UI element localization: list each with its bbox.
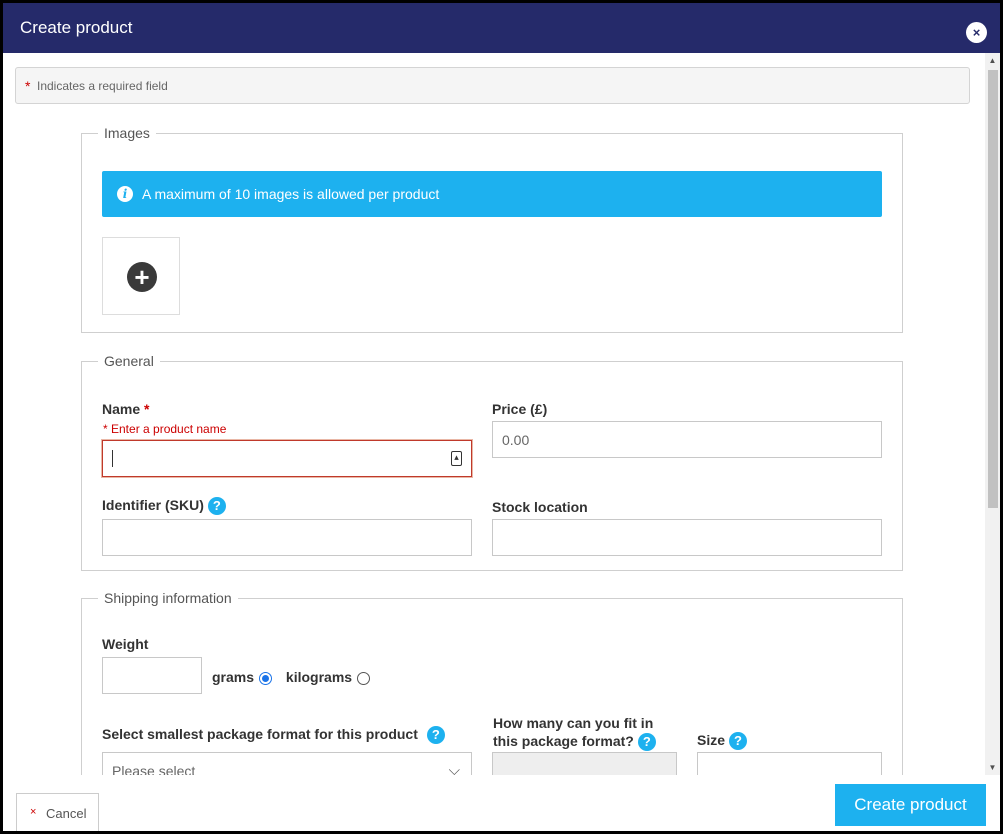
required-star-icon: * <box>25 78 31 94</box>
package-format-select[interactable]: Please select ⌵ <box>102 752 472 775</box>
dialog-title: Create product <box>20 18 133 37</box>
fit-label-line2: this package format? <box>493 733 634 749</box>
add-image-button[interactable]: + <box>102 237 180 315</box>
required-field-note: * Indicates a required field <box>15 67 970 104</box>
plus-circle-icon: + <box>127 262 157 292</box>
package-format-placeholder: Please select <box>112 763 196 775</box>
sku-label: Identifier (SKU)? <box>102 497 226 516</box>
general-section: General Name * * Enter a product name ▴ … <box>81 353 903 571</box>
stock-location-input[interactable] <box>492 519 882 556</box>
scroll-up-icon[interactable]: ▲ <box>985 53 1000 68</box>
package-format-text: Select smallest package format for this … <box>102 726 418 742</box>
sku-help-icon[interactable]: ? <box>207 497 226 516</box>
images-info-alert: i A maximum of 10 images is allowed per … <box>102 171 882 217</box>
stock-location-label: Stock location <box>492 499 588 515</box>
price-placeholder: 0.00 <box>502 432 530 448</box>
scrollbar-thumb[interactable] <box>988 70 998 508</box>
kilograms-radio[interactable] <box>357 671 371 685</box>
create-product-dialog: Create product × * Indicates a required … <box>3 3 1000 831</box>
package-format-label: Select smallest package format for this … <box>102 726 445 745</box>
size-help-icon[interactable]: ? <box>729 732 748 751</box>
images-legend: Images <box>104 125 150 141</box>
sku-input[interactable] <box>102 519 472 556</box>
shipping-section: Shipping information Weight grams kilogr… <box>81 590 903 775</box>
dialog-footer: × Cancel Create product <box>3 775 1000 831</box>
weight-input[interactable] <box>102 657 202 694</box>
close-icon[interactable]: × <box>966 22 987 43</box>
grams-label: grams <box>212 669 255 685</box>
text-caret <box>112 450 113 467</box>
images-section: Images i A maximum of 10 images is allow… <box>81 125 903 333</box>
grams-radio[interactable] <box>259 671 273 685</box>
shipping-legend: Shipping information <box>104 590 232 606</box>
size-label: Size? <box>697 732 748 751</box>
scroll-down-icon[interactable]: ▼ <box>985 760 1000 775</box>
price-label: Price (£) <box>492 401 548 417</box>
cancel-button[interactable]: × Cancel <box>16 793 99 831</box>
name-required-star: * <box>144 401 150 417</box>
fit-quantity-label: How many can you fit in this package for… <box>493 714 656 752</box>
product-name-input[interactable]: ▴ <box>102 440 472 477</box>
chevron-down-icon: ⌵ <box>448 762 460 775</box>
weight-label: Weight <box>102 636 149 652</box>
images-info-text: A maximum of 10 images is allowed per pr… <box>142 186 440 202</box>
name-label-text: Name <box>102 401 141 417</box>
name-error-message: * Enter a product name <box>103 422 227 436</box>
cancel-label: Cancel <box>46 806 87 821</box>
sku-label-text: Identifier (SKU) <box>102 497 204 513</box>
package-help-icon[interactable]: ? <box>426 726 445 745</box>
name-label: Name * <box>102 401 149 417</box>
fit-quantity-input <box>492 752 677 775</box>
info-icon: i <box>117 186 133 202</box>
fit-label-line1: How many can you fit in <box>493 715 654 731</box>
cancel-x-icon: × <box>30 806 37 818</box>
weight-unit-group: grams kilograms <box>212 669 371 685</box>
create-product-button[interactable]: Create product <box>835 784 986 826</box>
size-input[interactable] <box>697 752 882 775</box>
vertical-scrollbar[interactable]: ▲ ▼ <box>985 53 1000 775</box>
required-note-text: Indicates a required field <box>37 79 168 93</box>
dialog-body[interactable]: * Indicates a required field Images i A … <box>3 53 1000 775</box>
kilograms-label: kilograms <box>285 669 353 685</box>
general-legend: General <box>104 353 154 369</box>
size-label-text: Size <box>697 732 726 748</box>
price-input[interactable]: 0.00 <box>492 421 882 458</box>
autofill-icon[interactable]: ▴ <box>451 451 462 466</box>
fit-help-icon[interactable]: ? <box>637 733 656 752</box>
dialog-header: Create product × <box>3 3 1000 53</box>
